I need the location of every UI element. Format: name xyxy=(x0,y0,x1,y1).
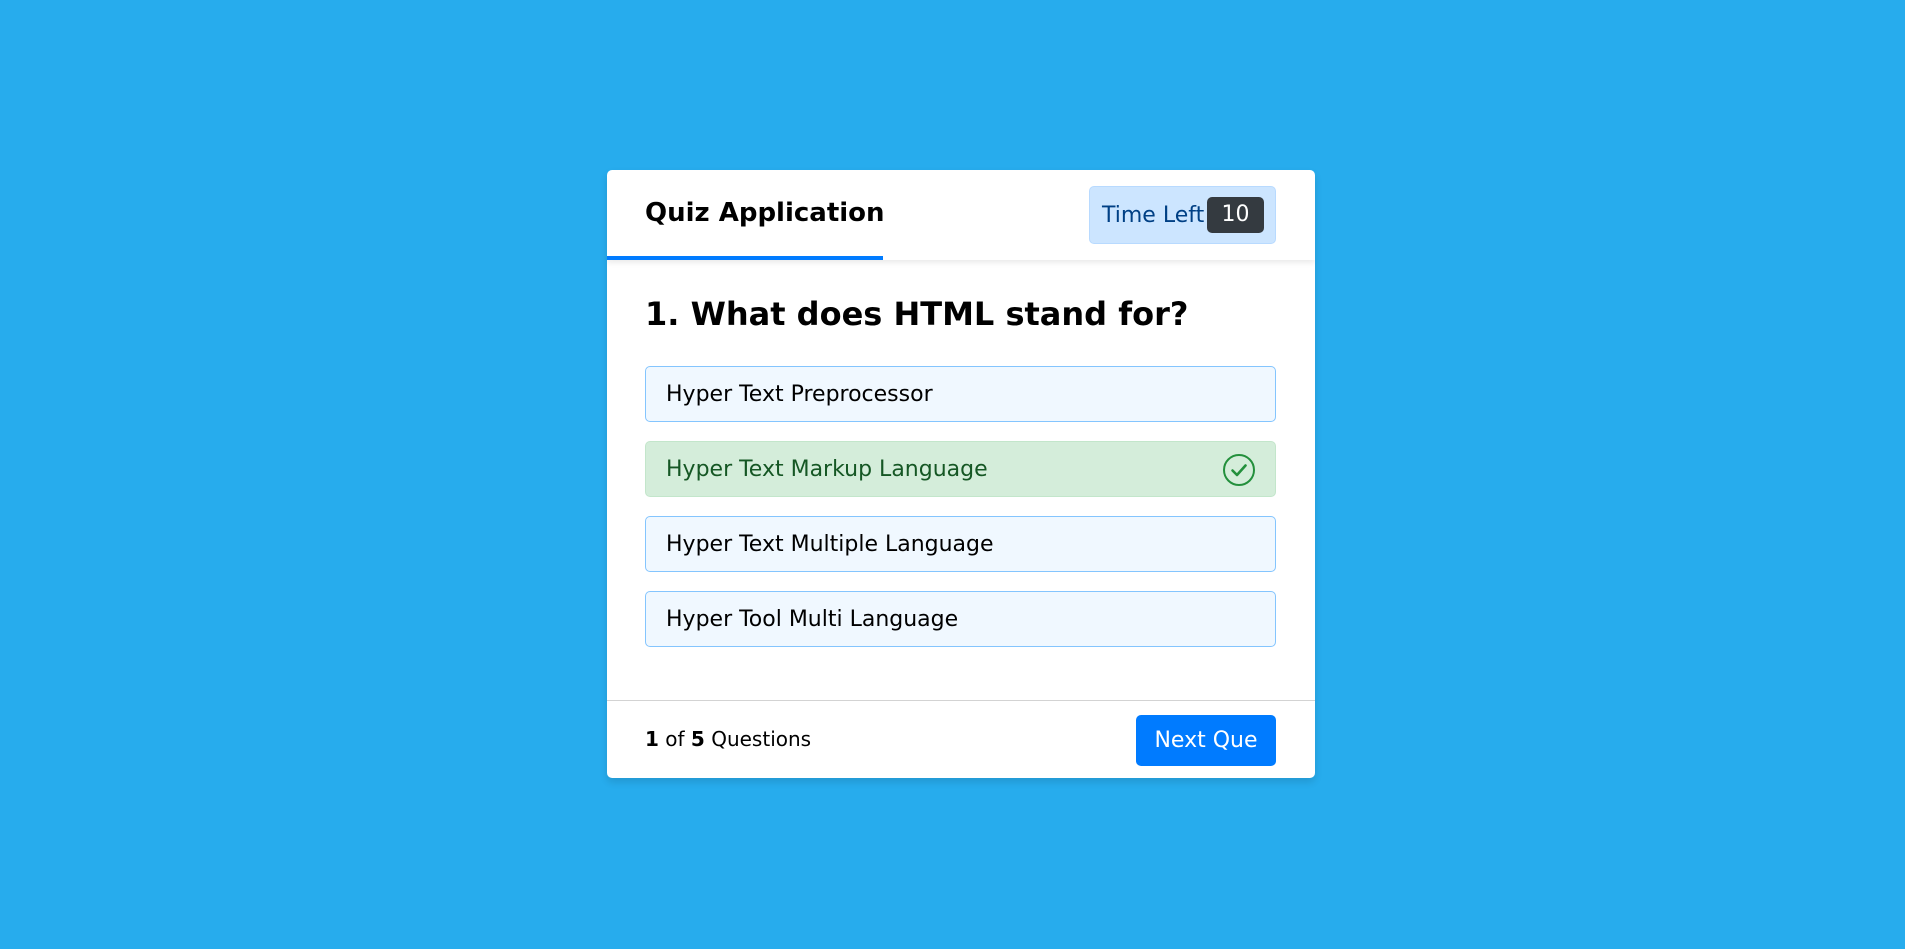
option-2[interactable]: Hyper Text Markup Language xyxy=(645,441,1276,497)
next-question-button[interactable]: Next Que xyxy=(1136,715,1276,766)
timer-seconds: 10 xyxy=(1207,197,1264,233)
option-label: Hyper Tool Multi Language xyxy=(666,607,959,632)
time-progress-bar xyxy=(607,256,884,260)
quiz-title: Quiz Application xyxy=(645,198,885,228)
option-label: Hyper Text Preprocessor xyxy=(666,382,933,407)
question-counter: 1 of 5 Questions xyxy=(645,727,811,751)
option-label: Hyper Text Markup Language xyxy=(666,457,988,482)
counter-suffix: Questions xyxy=(711,727,812,751)
current-question-number: 1 xyxy=(645,727,659,751)
option-3[interactable]: Hyper Text Multiple Language xyxy=(645,516,1276,572)
option-4[interactable]: Hyper Tool Multi Language xyxy=(645,591,1276,647)
check-circle-icon xyxy=(1223,454,1255,486)
timer: Time Left 10 xyxy=(1089,186,1276,244)
question-text: 1. What does HTML stand for? xyxy=(645,295,1189,333)
counter-of-text: of xyxy=(665,727,685,751)
timer-label: Time Left xyxy=(1102,203,1205,228)
quiz-box: Quiz Application Time Left 10 1. What do… xyxy=(607,170,1315,778)
quiz-header: Quiz Application Time Left 10 xyxy=(607,170,1315,260)
option-list: Hyper Text Preprocessor Hyper Text Marku… xyxy=(645,366,1276,666)
quiz-footer: 1 of 5 Questions Next Que xyxy=(607,700,1315,778)
total-question-number: 5 xyxy=(690,727,705,751)
option-1[interactable]: Hyper Text Preprocessor xyxy=(645,366,1276,422)
option-label: Hyper Text Multiple Language xyxy=(666,532,994,557)
